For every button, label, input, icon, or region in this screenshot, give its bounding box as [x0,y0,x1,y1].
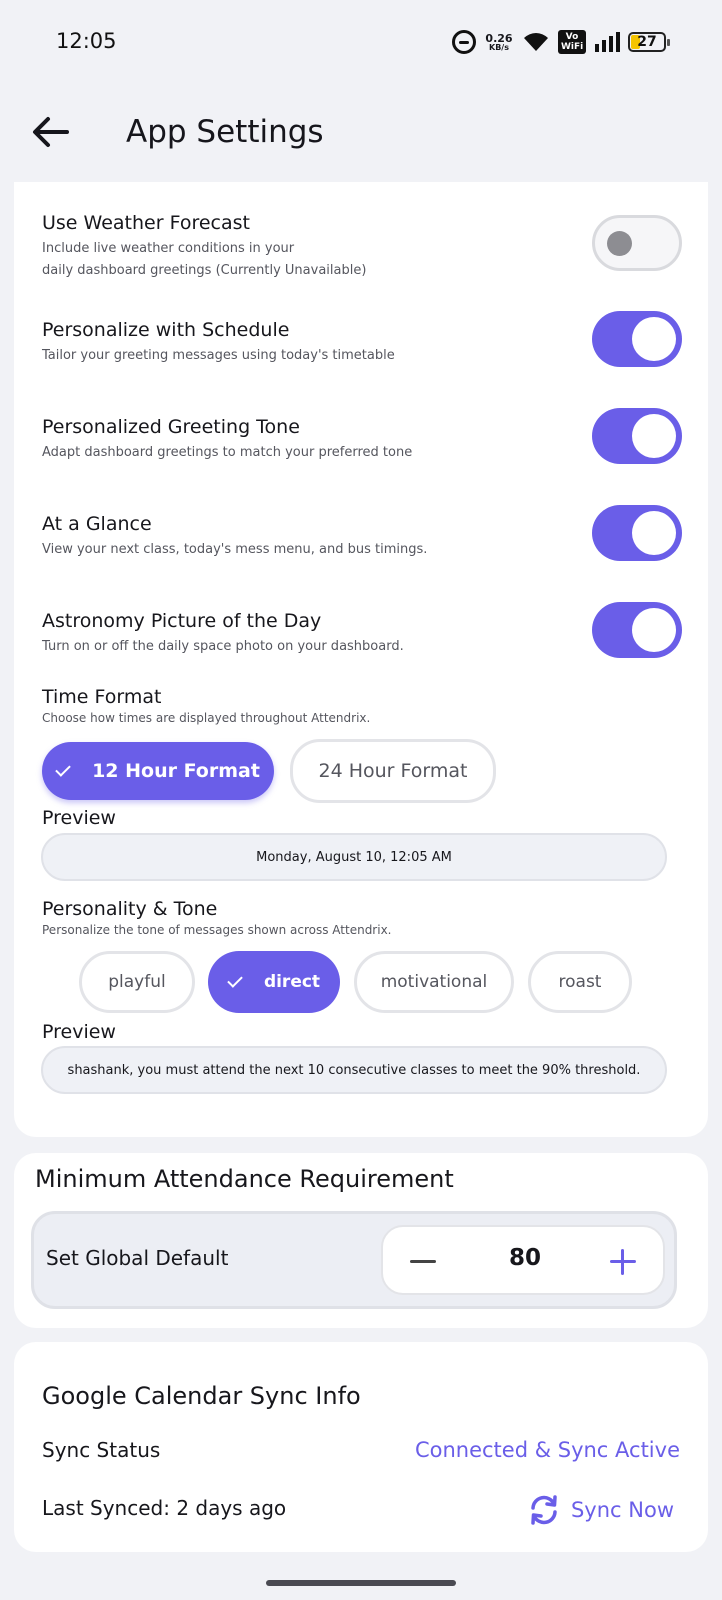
tone-direct-button[interactable]: direct [208,951,340,1013]
check-icon [55,760,71,777]
signal-icon [594,31,620,53]
greeting-tone-toggle[interactable] [592,408,682,464]
last-synced-label: Last Synced: 2 days ago [42,1496,287,1520]
setting-at-a-glance: At a Glance View your next class, today'… [42,505,682,571]
time-format-option-label: 24 Hour Format [318,760,468,782]
setting-description: Turn on or off the daily space photo on … [42,639,404,654]
astronomy-picture-toggle[interactable] [592,602,682,658]
global-default-row: Set Global Default 80 [31,1211,677,1309]
global-default-label: Set Global Default [46,1246,229,1270]
attendance-title: Minimum Attendance Requirement [35,1165,454,1193]
status-bar: 12:05 0.26 KB/s Vo WiFi 27 [0,0,722,82]
status-time: 12:05 [56,29,117,53]
tone-playful-button[interactable]: playful [79,951,195,1013]
time-format-description: Choose how times are displayed throughou… [42,711,371,725]
setting-greeting-tone: Personalized Greeting Tone Adapt dashboa… [42,408,682,474]
battery-percent: 27 [637,34,657,50]
status-icons: 0.26 KB/s Vo WiFi 27 [452,28,670,56]
calendar-title: Google Calendar Sync Info [42,1382,361,1410]
setting-description-line: daily dashboard greetings (Currently Una… [42,263,367,278]
time-format-title: Time Format [42,686,162,708]
personality-preview-label: Preview [42,1021,116,1043]
setting-title: Personalized Greeting Tone [42,416,300,438]
sync-now-label: Sync Now [570,1498,674,1522]
battery-icon: 27 [628,32,670,52]
app-bar: App Settings [0,100,722,170]
weather-forecast-toggle[interactable] [592,215,682,271]
setting-weather-forecast: Use Weather Forecast Include live weathe… [42,210,682,280]
check-icon [227,971,243,988]
setting-description: Include live weather conditions in your … [42,238,682,282]
page-title: App Settings [126,114,324,150]
time-format-section: Time Format Choose how times are display… [42,686,682,725]
personality-section: Personality & Tone Personalize the tone … [42,898,682,937]
toggle-knob [632,511,676,555]
time-format-24h-button[interactable]: 24 Hour Format [290,739,496,803]
network-speed: 0.26 KB/s [484,33,514,52]
network-speed-value: 0.26 [485,31,513,45]
time-format-preview-label: Preview [42,807,116,829]
time-format-preview: Monday, August 10, 12:05 AM [41,833,667,881]
tone-option-label: roast [558,972,602,992]
tone-motivational-button[interactable]: motivational [354,951,514,1013]
calendar-sync-card: Google Calendar Sync Info Sync Status Co… [14,1342,708,1552]
tone-roast-button[interactable]: roast [528,951,632,1013]
network-speed-unit: KB/s [489,42,509,52]
setting-description: View your next class, today's mess menu,… [42,542,428,557]
vowifi-bottom: WiFi [561,42,584,52]
toggle-knob [632,414,676,458]
settings-card: Use Weather Forecast Include live weathe… [14,182,708,1137]
do-not-disturb-icon [452,30,476,54]
setting-description: Adapt dashboard greetings to match your … [42,445,413,460]
vowifi-icon: Vo WiFi [558,30,586,54]
time-format-12h-button[interactable]: 12 Hour Format [42,742,274,800]
setting-title: Astronomy Picture of the Day [42,610,322,632]
increment-button[interactable] [608,1247,638,1277]
personality-description: Personalize the tone of messages shown a… [42,923,392,937]
personality-preview: shashank, you must attend the next 10 co… [41,1046,667,1094]
attendance-card: Minimum Attendance Requirement Set Globa… [14,1153,708,1328]
decrement-button[interactable] [408,1249,438,1275]
arrow-left-icon [33,117,69,147]
time-format-option-label: 12 Hour Format [92,760,260,782]
sync-now-button[interactable]: Sync Now [527,1490,674,1530]
tone-option-label: playful [108,972,166,992]
toggle-knob [607,231,632,256]
setting-title: Personalize with Schedule [42,319,290,341]
toggle-knob [632,317,676,361]
sync-status-label: Sync Status [42,1438,161,1462]
setting-description-line: Include live weather conditions in your [42,241,295,256]
attendance-stepper: 80 [381,1225,665,1295]
sync-icon [531,1495,557,1525]
back-button[interactable] [28,110,72,154]
setting-title: At a Glance [42,513,152,535]
personality-title: Personality & Tone [42,898,218,920]
wifi-icon [522,31,550,53]
setting-title: Use Weather Forecast [42,212,250,234]
toggle-knob [632,608,676,652]
personalize-schedule-toggle[interactable] [592,311,682,367]
tone-option-label: motivational [380,972,488,992]
attendance-value: 80 [508,1245,541,1271]
at-a-glance-toggle[interactable] [592,505,682,561]
vowifi-top: Vo [565,32,579,42]
home-indicator[interactable] [266,1580,456,1586]
setting-astronomy-picture: Astronomy Picture of the Day Turn on or … [42,602,682,668]
setting-description: Tailor your greeting messages using toda… [42,348,395,363]
sync-status-value: Connected & Sync Active [414,1438,680,1462]
setting-personalize-schedule: Personalize with Schedule Tailor your gr… [42,311,682,377]
tone-option-label: direct [263,972,321,992]
